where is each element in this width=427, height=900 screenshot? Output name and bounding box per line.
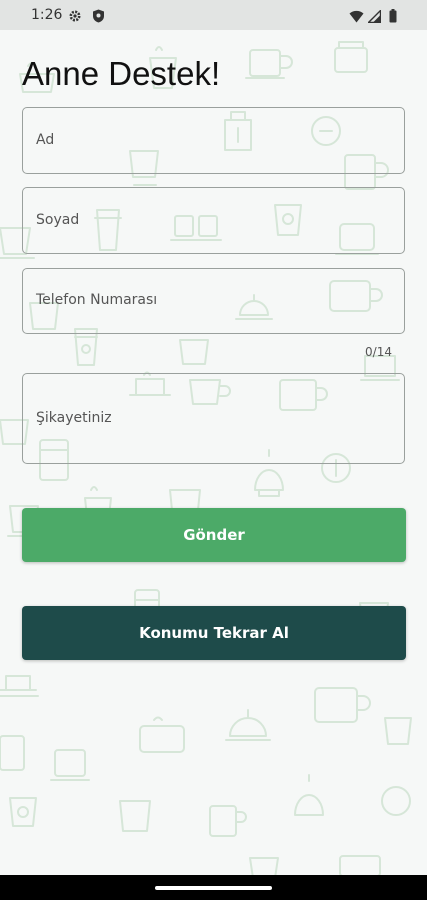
gear-icon — [68, 8, 82, 27]
shield-icon — [92, 8, 105, 27]
status-time: 1:26 — [31, 7, 63, 23]
complaint-field[interactable]: Şikayetiniz — [22, 373, 405, 464]
name-field[interactable]: Ad — [22, 107, 405, 174]
page-title: Anne Destek! — [22, 55, 221, 92]
submit-button[interactable]: Gönder — [22, 508, 406, 562]
phone-field[interactable]: Telefon Numarası — [22, 268, 405, 334]
wifi-icon — [349, 8, 364, 27]
name-field-placeholder: Ad — [36, 132, 55, 148]
phone-character-counter: 0/14 — [365, 345, 392, 359]
relocate-button[interactable]: Konumu Tekrar Al — [22, 606, 406, 660]
signal-icon — [366, 8, 382, 27]
status-bar: 1:26 — [0, 0, 427, 30]
battery-icon — [389, 8, 397, 27]
complaint-field-placeholder: Şikayetiniz — [36, 410, 112, 426]
surname-field-placeholder: Soyad — [36, 212, 80, 228]
surname-field[interactable]: Soyad — [22, 187, 405, 254]
home-gesture-handle[interactable] — [155, 886, 272, 890]
phone-field-placeholder: Telefon Numarası — [36, 292, 158, 308]
